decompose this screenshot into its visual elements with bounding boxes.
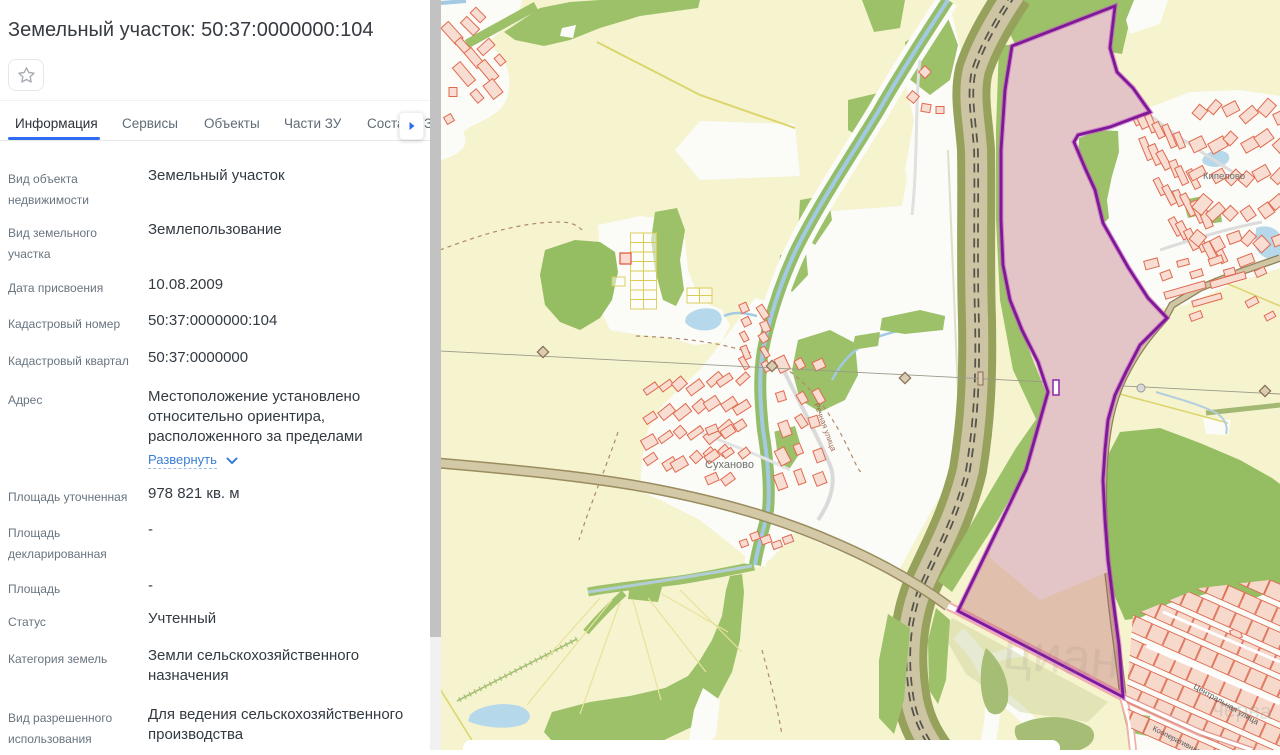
svg-text:Суханово: Суханово	[705, 459, 754, 471]
svg-text:циан: циан	[1001, 622, 1122, 690]
svg-text:черва: черва	[1212, 696, 1274, 724]
svg-text:Кипелово: Кипелово	[1203, 171, 1245, 182]
